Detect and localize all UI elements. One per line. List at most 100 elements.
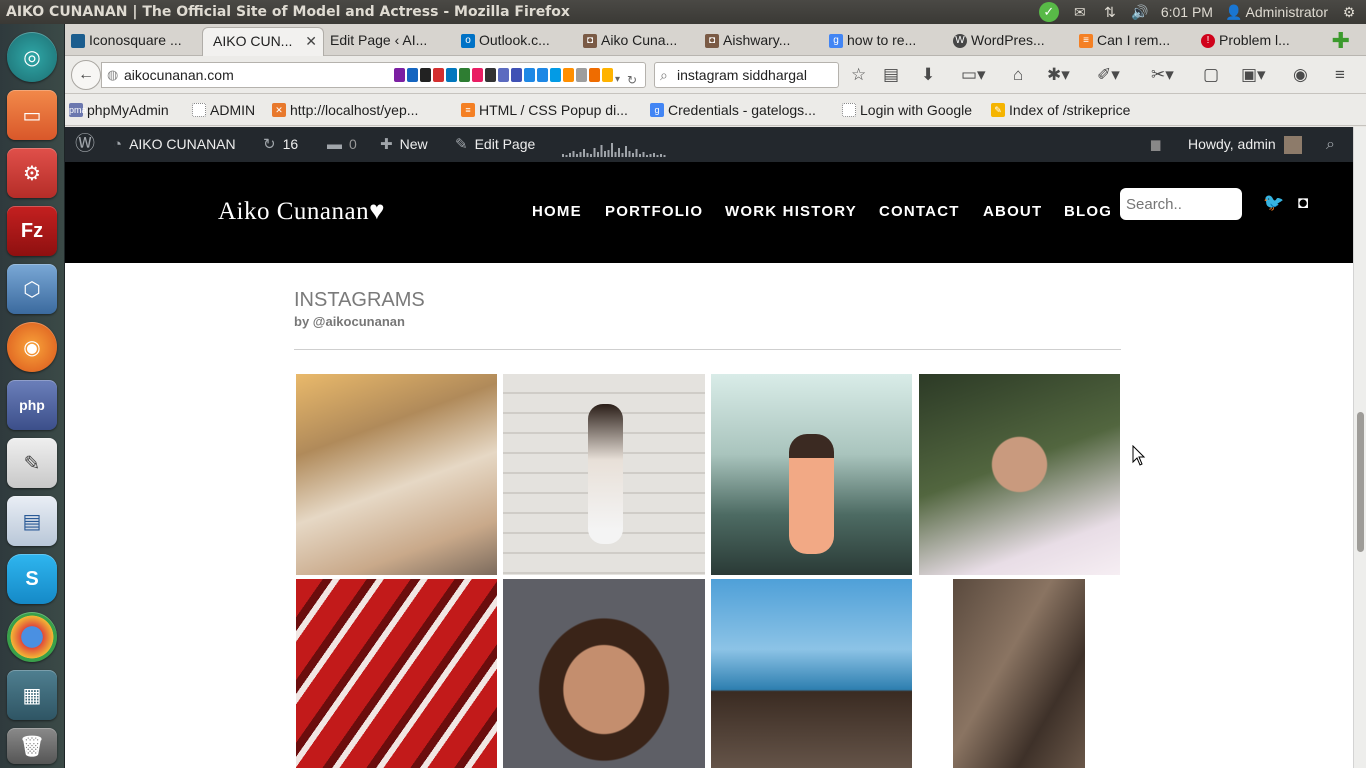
writer-icon[interactable]: ▤ (7, 496, 57, 546)
unity-launcher: ◎ ▭ ⚙ Fz ⬡ ◉ php ✎ ▤ S ▦ 🗑 (0, 24, 65, 768)
network-icon[interactable]: ⇅ (1101, 4, 1119, 20)
instagram-icon[interactable]: ◘ (1298, 193, 1308, 213)
site-logo[interactable]: Aiko Cunanan♥ (218, 196, 385, 226)
php-icon[interactable]: php (7, 380, 57, 430)
instagram-photo[interactable] (711, 579, 912, 768)
instagram-photo[interactable] (711, 374, 912, 575)
bookmark-localhost[interactable]: ✕ http://localhost/yep... (272, 102, 418, 118)
logo-text: Aiko Cunanan (218, 198, 370, 225)
color-picker-icon[interactable]: ✐▾ (1097, 65, 1120, 85)
tab-2[interactable]: Edit Page ‹ AI... (320, 27, 440, 56)
developer-tools-icon[interactable]: ✂▾ (1151, 65, 1174, 85)
screenshot-icon[interactable]: ▢ (1203, 65, 1219, 85)
twitter-icon[interactable]: 🐦 (1263, 193, 1284, 213)
tab-label: Edit Page ‹ AI... (330, 32, 428, 48)
chrome-icon[interactable] (7, 612, 57, 662)
tab-3[interactable]: o Outlook.c... (457, 27, 569, 56)
downloads-icon[interactable]: ⬇ (921, 65, 935, 85)
url-bar[interactable]: ◍ aikocunanan.com ▾ ↻ (101, 62, 646, 88)
filezilla-icon[interactable]: Fz (7, 206, 57, 256)
instagram-photo[interactable] (503, 579, 705, 768)
tab-6[interactable]: g how to re... (825, 27, 937, 56)
addon-puzzle-icon[interactable]: ✱▾ (1047, 65, 1070, 85)
clock[interactable]: 6:01 PM (1161, 4, 1213, 20)
tab-8[interactable]: ≡ Can I rem... (1075, 27, 1187, 56)
new-tab-icon[interactable]: ✚ (1332, 28, 1350, 54)
stats-sparkline[interactable] (562, 135, 667, 157)
wp-howdy[interactable]: Howdy, admin (1188, 127, 1302, 162)
instagram-photo[interactable] (296, 579, 497, 768)
wp-comments[interactable]: ▬ 0 (327, 127, 357, 162)
back-button[interactable]: ← (71, 60, 101, 90)
iconosquare-icon (71, 34, 85, 48)
wordpress-logo-icon[interactable]: Ⓦ (75, 127, 95, 162)
menu-icon[interactable]: ≡ (1335, 65, 1345, 85)
chat-icon[interactable]: ◉ (1293, 65, 1308, 85)
wp-site-name[interactable]: ◔ AIKO CUNANAN (113, 127, 236, 162)
bookmark-phpmyadmin[interactable]: pma phpMyAdmin (69, 102, 169, 118)
notification-icon[interactable]: ▆ (1151, 127, 1160, 162)
site-search-input[interactable] (1120, 188, 1242, 220)
instagram-photo[interactable] (296, 374, 497, 575)
tab-label: Iconosquare ... (89, 32, 182, 48)
tab-9[interactable]: ! Problem l... (1197, 27, 1309, 56)
tab-0[interactable]: Iconosquare ... (67, 27, 185, 56)
tab-5[interactable]: ◘ Aishwary... (701, 27, 813, 56)
files-icon[interactable]: ▭ (7, 90, 57, 140)
trash-icon[interactable]: 🗑 (7, 728, 57, 764)
wp-new[interactable]: ✚ New (380, 127, 428, 162)
tab-groups-icon[interactable]: ▣▾ (1241, 65, 1266, 85)
stackoverflow-icon: ≡ (1079, 34, 1093, 48)
user-menu[interactable]: 👤 Administrator (1225, 4, 1328, 21)
ubuntu-dash-icon[interactable]: ◎ (7, 32, 57, 82)
nav-home[interactable]: HOME (532, 203, 582, 220)
tab-7[interactable]: W WordPres... (949, 27, 1065, 56)
search-bar[interactable]: ⌕ instagram siddhargal (654, 62, 839, 88)
tab-1[interactable]: AIKO CUN... ✕ (202, 27, 324, 56)
user-name: Administrator (1245, 3, 1328, 20)
bookmark-star-icon[interactable]: ☆ (851, 65, 866, 85)
workspace-switcher-icon[interactable]: ▦ (7, 670, 57, 720)
avatar (1283, 136, 1302, 155)
reading-list-icon[interactable]: ▤ (883, 65, 899, 85)
sparkline-bar (565, 155, 568, 157)
firefox-icon[interactable]: ◉ (7, 322, 57, 372)
settings-gear-icon[interactable]: ⚙ (1340, 4, 1358, 20)
wp-admin-bar: Ⓦ ◔ AIKO CUNANAN ↻ 16 ▬ 0 ✚ New ✎ Edit Page ▆… (65, 127, 1353, 162)
outlook-icon: o (461, 34, 475, 48)
nav-portfolio[interactable]: PORTFOLIO (605, 203, 703, 220)
tab-label: Aishwary... (723, 32, 791, 48)
instagram-photo[interactable] (953, 579, 1085, 768)
wp-search-icon[interactable]: ⌕ (1326, 127, 1335, 162)
instagram-photo[interactable] (503, 374, 705, 575)
bookmark-login-google[interactable]: Login with Google (842, 102, 972, 118)
page-scrollbar[interactable] (1353, 127, 1366, 768)
sparkline-bar (656, 155, 659, 157)
mail-icon[interactable]: ✉ (1071, 4, 1089, 20)
volume-icon[interactable]: 🔊 (1131, 4, 1149, 20)
bookmark-strikeprice[interactable]: ✎ Index of /strikeprice (991, 102, 1130, 118)
page-icon (842, 103, 856, 117)
nav-about[interactable]: ABOUT (983, 203, 1042, 220)
wp-edit-page[interactable]: ✎ Edit Page (455, 127, 535, 162)
virtualbox-icon[interactable]: ⬡ (7, 264, 57, 314)
bookmark-popup[interactable]: ≡ HTML / CSS Popup di... (461, 102, 628, 118)
text-editor-icon[interactable]: ✎ (7, 438, 57, 488)
system-settings-icon[interactable]: ⚙ (7, 148, 57, 198)
tab-label: Can I rem... (1097, 32, 1171, 48)
scrollbar-thumb[interactable] (1357, 412, 1364, 552)
nav-blog[interactable]: BLOG (1064, 203, 1112, 220)
nav-work-history[interactable]: WORK HISTORY (725, 203, 857, 220)
update-check-icon[interactable]: ✓ (1038, 2, 1059, 22)
skype-icon[interactable]: S (7, 554, 57, 604)
instagram-photo[interactable] (919, 374, 1120, 575)
bookmark-credentials[interactable]: g Credentials - gatelogs... (650, 102, 816, 118)
close-tab-icon[interactable]: ✕ (305, 28, 317, 55)
bookmark-admin[interactable]: ADMIN (192, 102, 255, 118)
home-icon[interactable]: ⌂ (1013, 65, 1023, 85)
wp-updates[interactable]: ↻ 16 (263, 127, 298, 162)
tab-4[interactable]: ◘ Aiko Cuna... (579, 27, 691, 56)
sidebar-icon[interactable]: ▭▾ (961, 65, 986, 85)
nav-contact[interactable]: CONTACT (879, 203, 960, 220)
instagram-byline: by @aikocunanan (294, 314, 405, 329)
